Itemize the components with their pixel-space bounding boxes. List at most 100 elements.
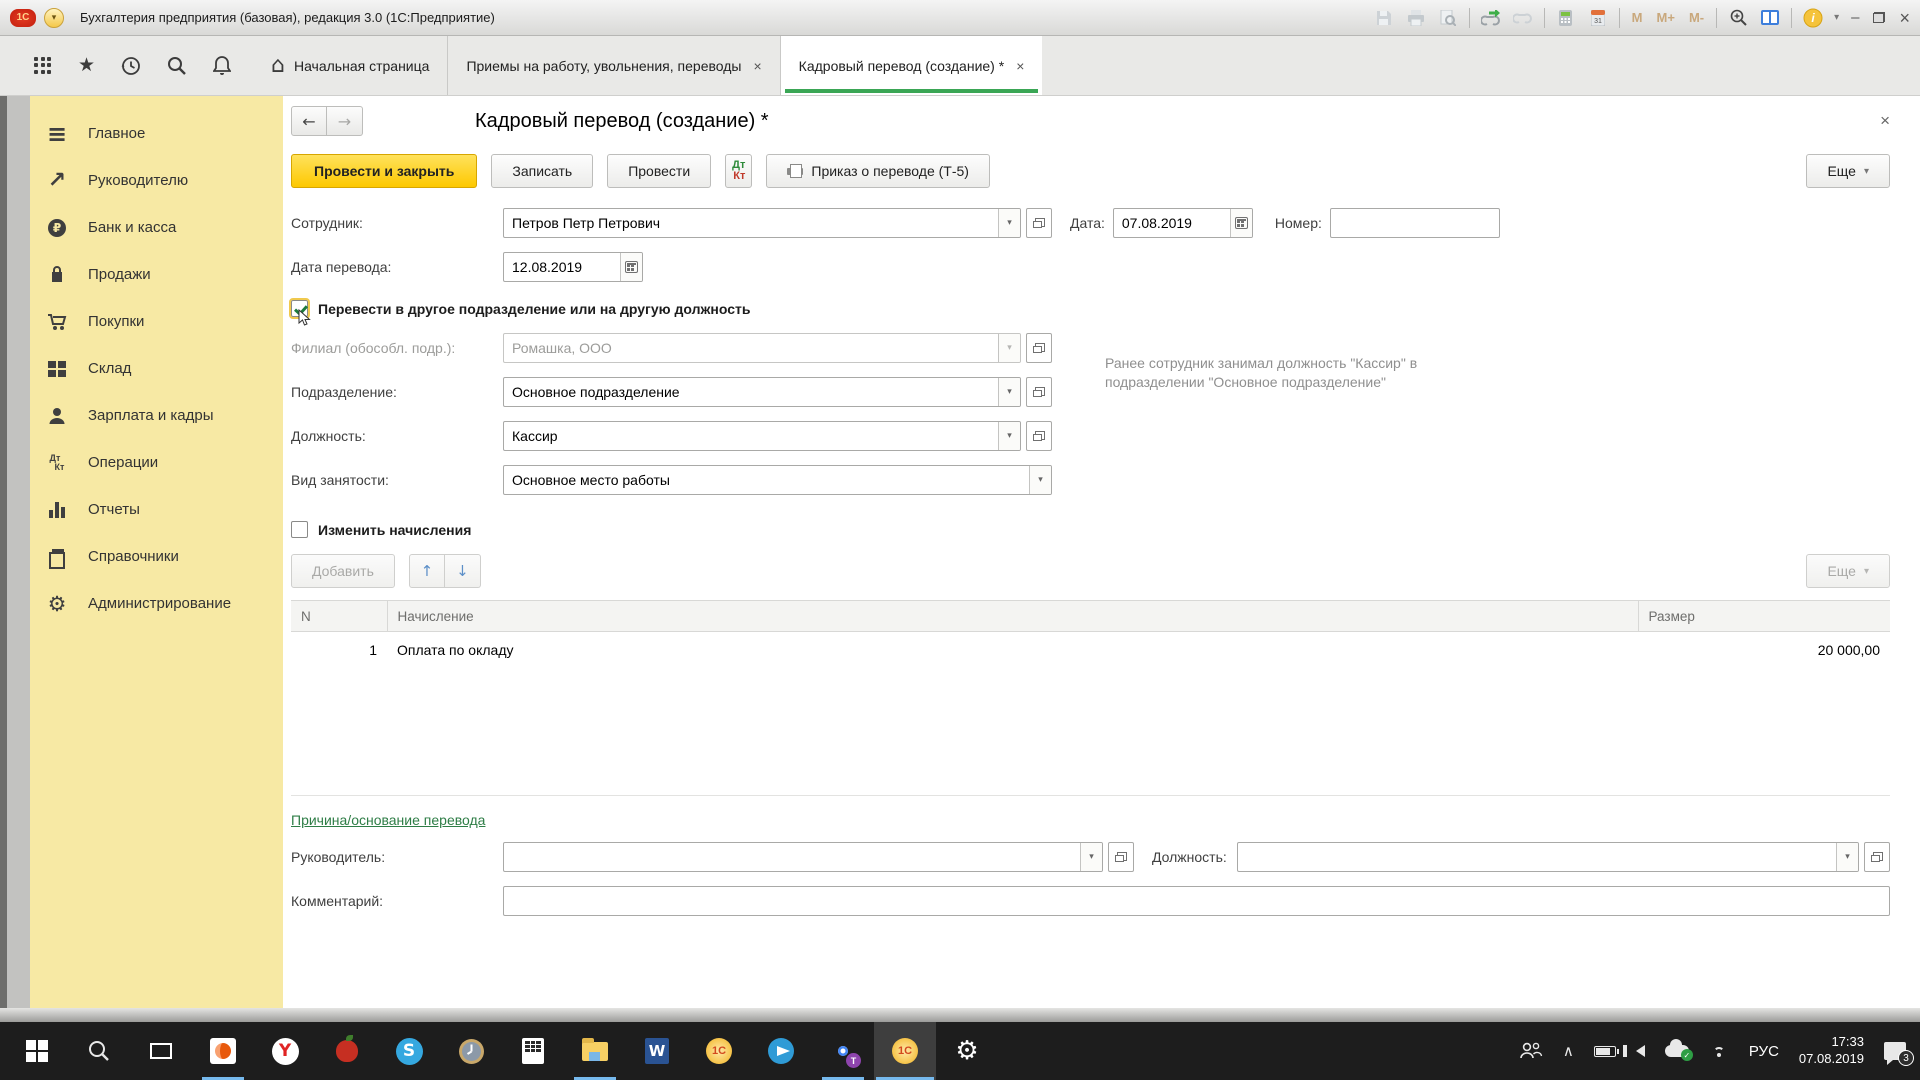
- taskbar-app-apple[interactable]: [316, 1022, 378, 1080]
- taskbar-app-clock[interactable]: [440, 1022, 502, 1080]
- print-icon[interactable]: [1405, 8, 1427, 28]
- favorites-star-icon[interactable]: ★: [78, 56, 95, 75]
- number-field[interactable]: [1330, 208, 1500, 238]
- date-input[interactable]: [1114, 209, 1230, 237]
- change-accruals-checkbox[interactable]: [291, 521, 308, 538]
- memory-m-button[interactable]: M: [1630, 10, 1645, 25]
- tray-expand-icon[interactable]: ∧: [1563, 1042, 1574, 1060]
- table-row[interactable]: 1 Оплата по окладу 20 000,00: [291, 632, 1890, 668]
- add-accrual-button[interactable]: Добавить: [291, 554, 395, 588]
- comment-input[interactable]: [504, 887, 1889, 915]
- taskbar-app-skype[interactable]: S: [378, 1022, 440, 1080]
- notification-center-icon[interactable]: 3: [1884, 1042, 1906, 1060]
- employee-dropdown-icon[interactable]: ▾: [998, 209, 1020, 237]
- calculator-icon[interactable]: [1555, 8, 1577, 28]
- language-indicator[interactable]: РУС: [1749, 1043, 1779, 1060]
- sidebar-item-bank-cash[interactable]: ₽ Банк и касса: [30, 204, 283, 251]
- taskbar-app-explorer[interactable]: [564, 1022, 626, 1080]
- position-dropdown-icon[interactable]: ▾: [998, 422, 1020, 450]
- get-link-icon[interactable]: [1512, 8, 1534, 28]
- taskbar-app-chrome[interactable]: T: [812, 1022, 874, 1080]
- tab-close-icon[interactable]: ×: [1016, 58, 1024, 74]
- manager-position-input[interactable]: [1238, 843, 1836, 871]
- tab-home[interactable]: ⌂ Начальная страница: [253, 36, 447, 95]
- employment-type-input[interactable]: [504, 466, 1029, 494]
- close-button[interactable]: ×: [1899, 9, 1910, 27]
- search-icon[interactable]: [167, 56, 187, 76]
- nav-forward-button[interactable]: →: [327, 106, 363, 136]
- history-icon[interactable]: [121, 56, 141, 76]
- taskbar-search-button[interactable]: [68, 1022, 130, 1080]
- preview-icon[interactable]: [1437, 8, 1459, 28]
- form-close-icon[interactable]: ×: [1880, 111, 1890, 131]
- taskbar-app-settings[interactable]: ⚙: [936, 1022, 998, 1080]
- date-field[interactable]: [1113, 208, 1253, 238]
- sidebar-item-administration[interactable]: ⚙ Администрирование: [30, 580, 283, 627]
- department-field[interactable]: ▾: [503, 377, 1021, 407]
- sidebar-item-warehouse[interactable]: Склад: [30, 345, 283, 392]
- minimize-button[interactable]: –: [1851, 10, 1859, 25]
- taskbar-app-powerpoint[interactable]: [192, 1022, 254, 1080]
- sidebar-item-operations[interactable]: Дт Кт Операции: [30, 439, 283, 486]
- post-and-close-button[interactable]: Провести и закрыть: [291, 154, 477, 188]
- position-open-button[interactable]: [1026, 421, 1052, 451]
- department-input[interactable]: [504, 378, 998, 406]
- transfer-order-print-button[interactable]: Приказ о переводе (Т-5): [766, 154, 990, 188]
- taskbar-app-calculator[interactable]: [502, 1022, 564, 1080]
- transfer-reason-link[interactable]: Причина/основание перевода: [291, 812, 485, 828]
- comment-field[interactable]: [503, 886, 1890, 916]
- manager-position-dropdown-icon[interactable]: ▾: [1836, 843, 1858, 871]
- taskbar-app-telegram[interactable]: [750, 1022, 812, 1080]
- battery-icon[interactable]: [1594, 1046, 1616, 1057]
- col-header-n[interactable]: N: [291, 601, 387, 632]
- employee-field[interactable]: ▾: [503, 208, 1021, 238]
- post-button[interactable]: Провести: [607, 154, 711, 188]
- restore-button[interactable]: [1873, 12, 1885, 23]
- info-icon[interactable]: i: [1802, 8, 1824, 28]
- start-button[interactable]: [6, 1022, 68, 1080]
- memory-mminus-button[interactable]: M-: [1687, 10, 1706, 25]
- sidebar-item-manager[interactable]: ↗ Руководителю: [30, 157, 283, 204]
- move-down-button[interactable]: ↓: [445, 554, 481, 588]
- number-input[interactable]: [1331, 209, 1499, 237]
- send-link-icon[interactable]: [1480, 8, 1502, 28]
- manager-field[interactable]: ▾: [503, 842, 1103, 872]
- accruals-more-button[interactable]: Еще ▾: [1806, 554, 1890, 588]
- manager-position-field[interactable]: ▾: [1237, 842, 1859, 872]
- position-field[interactable]: ▾: [503, 421, 1021, 451]
- transfer-checkbox[interactable]: [291, 300, 308, 317]
- manager-open-button[interactable]: [1108, 842, 1134, 872]
- sidebar-item-salary-hr[interactable]: Зарплата и кадры: [30, 392, 283, 439]
- branch-open-button[interactable]: [1026, 333, 1052, 363]
- dtkt-postings-button[interactable]: Дт Кт: [725, 154, 752, 188]
- sidebar-item-sales[interactable]: Продажи: [30, 251, 283, 298]
- tab-hiring-transfers[interactable]: Приемы на работу, увольнения, переводы ×: [447, 36, 779, 95]
- transfer-date-input[interactable]: [504, 253, 620, 281]
- sidebar-item-directories[interactable]: Справочники: [30, 533, 283, 580]
- write-button[interactable]: Записать: [491, 154, 593, 188]
- split-window-icon[interactable]: [1759, 8, 1781, 28]
- date-calendar-button[interactable]: [1230, 209, 1252, 237]
- people-icon[interactable]: [1519, 1042, 1543, 1060]
- more-button[interactable]: Еще ▾: [1806, 154, 1890, 188]
- manager-position-open-button[interactable]: [1864, 842, 1890, 872]
- nav-back-button[interactable]: ←: [291, 106, 327, 136]
- volume-icon[interactable]: [1636, 1045, 1645, 1057]
- employment-type-field[interactable]: ▾: [503, 465, 1052, 495]
- tab-close-icon[interactable]: ×: [753, 58, 761, 74]
- save-icon[interactable]: [1373, 8, 1395, 28]
- col-header-size[interactable]: Размер: [1638, 601, 1890, 632]
- employee-input[interactable]: [504, 209, 998, 237]
- notifications-bell-icon[interactable]: [213, 56, 231, 76]
- department-dropdown-icon[interactable]: ▾: [998, 378, 1020, 406]
- tray-clock[interactable]: 17:33 07.08.2019: [1799, 1034, 1864, 1068]
- manager-input[interactable]: [504, 843, 1080, 871]
- col-header-accrual[interactable]: Начисление: [387, 601, 1638, 632]
- zoom-icon[interactable]: [1727, 8, 1749, 28]
- task-view-button[interactable]: [130, 1022, 192, 1080]
- move-up-button[interactable]: ↑: [409, 554, 445, 588]
- wifi-icon[interactable]: [1709, 1044, 1729, 1058]
- info-chevron-icon[interactable]: ▾: [1834, 12, 1839, 23]
- department-open-button[interactable]: [1026, 377, 1052, 407]
- onedrive-icon[interactable]: [1665, 1045, 1689, 1057]
